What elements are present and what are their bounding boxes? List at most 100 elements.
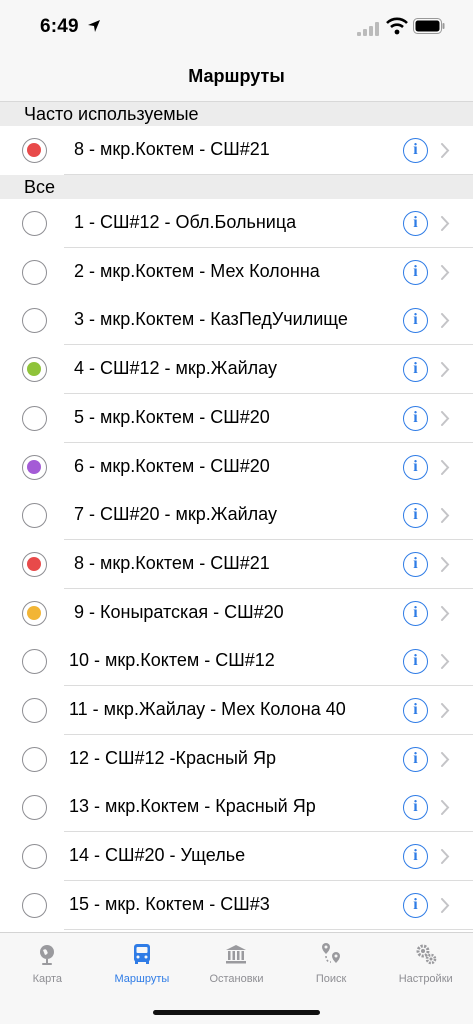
route-select-radio[interactable] bbox=[22, 405, 47, 431]
tab-settings[interactable]: Настройки bbox=[378, 933, 473, 993]
route-select-radio[interactable] bbox=[22, 600, 47, 626]
route-row[interactable]: 3 - мкр.Коктем - КазПедУчилище i bbox=[0, 296, 473, 346]
route-label: 9 - Коныратская - СШ#20 bbox=[74, 601, 284, 622]
route-select-radio[interactable] bbox=[22, 698, 47, 723]
route-row[interactable]: 14 - СШ#20 - Ущелье i bbox=[0, 832, 473, 882]
page-title: Маршруты bbox=[188, 66, 285, 86]
info-icon[interactable]: i bbox=[403, 746, 428, 772]
tab-label: Карта bbox=[32, 973, 63, 985]
route-label: 14 - СШ#20 - Ущелье bbox=[69, 845, 246, 866]
section-header-all: Все bbox=[0, 175, 473, 199]
info-icon[interactable]: i bbox=[403, 649, 428, 675]
route-label: 12 - СШ#12 -Красный Яр bbox=[69, 747, 276, 768]
route-row[interactable]: 8 - мкр.Коктем - СШ#21 i bbox=[0, 539, 473, 589]
route-label: 10 - мкр.Коктем - СШ#12 bbox=[69, 650, 275, 671]
status-bar: 6:49 bbox=[0, 0, 473, 56]
cellular-signal-icon bbox=[357, 22, 379, 36]
info-icon[interactable]: i bbox=[403, 357, 428, 383]
route-label: 13 - мкр.Коктем - Красный Яр bbox=[69, 796, 316, 817]
info-icon[interactable]: i bbox=[403, 698, 428, 723]
route-label: 11 - мкр.Жайлау - Мех Колона 40 bbox=[69, 699, 346, 719]
info-icon[interactable]: i bbox=[403, 600, 428, 626]
wifi-icon bbox=[386, 17, 408, 35]
route-color-dot bbox=[27, 362, 41, 377]
route-color-dot bbox=[27, 556, 41, 571]
route-select-radio[interactable] bbox=[22, 746, 47, 772]
route-label: 6 - мкр.Коктем - СШ#20 bbox=[74, 455, 270, 476]
chevron-right-icon bbox=[441, 459, 450, 475]
info-icon[interactable]: i bbox=[403, 551, 428, 577]
info-icon[interactable]: i bbox=[403, 308, 428, 334]
info-icon[interactable]: i bbox=[403, 405, 428, 431]
location-arrow-icon bbox=[88, 20, 100, 32]
route-select-radio[interactable] bbox=[22, 138, 47, 163]
route-row[interactable]: 4 - СШ#12 - мкр.Жайлау i bbox=[0, 345, 473, 395]
info-icon[interactable]: i bbox=[403, 138, 428, 163]
bank-icon bbox=[226, 945, 247, 964]
route-select-radio[interactable] bbox=[22, 357, 47, 383]
row-separator bbox=[64, 928, 473, 930]
status-time: 6:49 bbox=[40, 16, 79, 37]
info-icon[interactable]: i bbox=[403, 454, 428, 480]
bus-icon bbox=[133, 944, 150, 964]
info-icon[interactable]: i bbox=[403, 844, 428, 870]
tab-routes[interactable]: Маршруты bbox=[95, 933, 190, 993]
info-icon[interactable]: i bbox=[403, 503, 428, 529]
chevron-right-icon bbox=[441, 410, 450, 426]
route-row[interactable]: 6 - мкр.Коктем - СШ#20 i bbox=[0, 442, 473, 492]
route-row[interactable]: 5 - мкр.Коктем - СШ#20 i bbox=[0, 393, 473, 443]
route-label: 2 - мкр.Коктем - Мех Колонна bbox=[74, 260, 320, 281]
route-pin-icon bbox=[322, 943, 341, 963]
tab-map[interactable]: Карта bbox=[0, 933, 95, 993]
navigation-bar: Маршруты bbox=[0, 56, 473, 102]
chevron-right-icon bbox=[441, 362, 450, 378]
route-label: 15 - мкр. Коктем - СШ#3 bbox=[69, 893, 270, 914]
route-select-radio[interactable] bbox=[22, 795, 47, 821]
chevron-right-icon bbox=[441, 556, 450, 572]
route-row[interactable]: 1 - СШ#12 - Обл.Больница i bbox=[0, 199, 473, 248]
route-row[interactable]: 15 - мкр. Коктем - СШ#3 i bbox=[0, 880, 473, 930]
tab-label: Поиск bbox=[315, 973, 347, 985]
route-row[interactable]: 11 - мкр.Жайлау - Мех Колона 40 i bbox=[0, 686, 473, 735]
chevron-right-icon bbox=[441, 751, 450, 767]
route-select-radio[interactable] bbox=[22, 503, 47, 529]
info-icon[interactable]: i bbox=[403, 795, 428, 821]
tab-label: Остановки bbox=[209, 973, 264, 985]
route-row[interactable]: 9 - Коныратская - СШ#20 i bbox=[0, 588, 473, 638]
route-row[interactable]: 7 - СШ#20 - мкр.Жайлау i bbox=[0, 491, 473, 541]
route-label: 8 - мкр.Коктем - СШ#21 bbox=[74, 139, 270, 159]
route-select-radio[interactable] bbox=[22, 892, 47, 918]
chevron-right-icon bbox=[441, 216, 450, 231]
route-select-radio[interactable] bbox=[22, 259, 47, 285]
chevron-right-icon bbox=[441, 654, 450, 670]
route-select-radio[interactable] bbox=[22, 649, 47, 675]
route-color-dot bbox=[27, 459, 41, 474]
section-header-favorites: Часто используемые bbox=[0, 102, 473, 126]
route-row[interactable]: 8 - мкр.Коктем - СШ#21 i bbox=[0, 126, 473, 175]
route-label: 7 - СШ#20 - мкр.Жайлау bbox=[74, 504, 277, 525]
tab-label: Маршруты bbox=[114, 973, 170, 985]
route-row[interactable]: 10 - мкр.Коктем - СШ#12 i bbox=[0, 637, 473, 687]
info-icon[interactable]: i bbox=[403, 259, 428, 285]
route-color-dot bbox=[27, 143, 41, 157]
info-icon[interactable]: i bbox=[403, 892, 428, 918]
route-label: 4 - СШ#12 - мкр.Жайлау bbox=[74, 358, 277, 379]
route-select-radio[interactable] bbox=[22, 454, 47, 480]
route-select-radio[interactable] bbox=[22, 211, 47, 236]
tab-label: Настройки bbox=[398, 973, 453, 985]
globe-icon bbox=[40, 945, 55, 965]
route-select-radio[interactable] bbox=[22, 308, 47, 334]
tab-stops[interactable]: Остановки bbox=[189, 933, 284, 993]
route-label: 8 - мкр.Коктем - СШ#21 bbox=[74, 552, 270, 573]
chevron-right-icon bbox=[441, 264, 450, 280]
route-select-radio[interactable] bbox=[22, 551, 47, 577]
route-row[interactable]: 13 - мкр.Коктем - Красный Яр i bbox=[0, 783, 473, 833]
gears-icon bbox=[416, 944, 436, 965]
route-select-radio[interactable] bbox=[22, 844, 47, 870]
tab-search[interactable]: Поиск bbox=[284, 933, 379, 993]
info-icon[interactable]: i bbox=[403, 211, 428, 236]
route-color-dot bbox=[27, 605, 41, 620]
chevron-right-icon bbox=[441, 703, 450, 718]
route-row[interactable]: 2 - мкр.Коктем - Мех Колонна i bbox=[0, 247, 473, 297]
route-row[interactable]: 12 - СШ#12 -Красный Яр i bbox=[0, 734, 473, 784]
